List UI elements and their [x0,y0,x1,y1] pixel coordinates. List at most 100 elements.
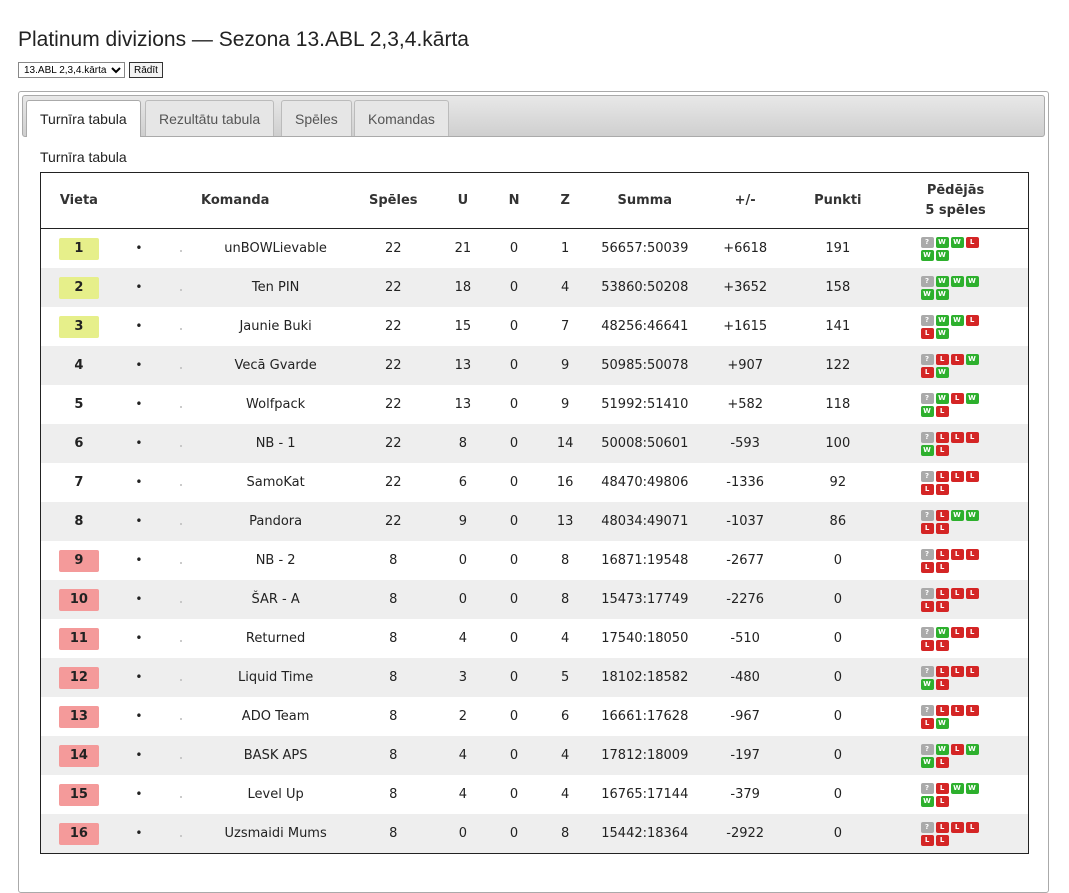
unknown-badge[interactable]: ? [920,782,934,794]
loss-badge[interactable]: L [935,795,949,807]
win-badge[interactable]: W [935,288,949,300]
table-row[interactable]: 3 • Jaunie Buki 22 15 0 7 48256:46641 +1615 141? W… [41,307,1029,346]
loss-badge[interactable]: L [950,431,964,443]
win-badge[interactable]: W [920,795,934,807]
loss-badge[interactable]: L [950,353,964,365]
header-points[interactable]: Punkti [792,172,884,229]
win-badge[interactable]: W [935,366,949,378]
win-badge[interactable]: W [920,405,934,417]
win-badge[interactable]: W [935,626,949,638]
loss-badge[interactable]: L [920,483,934,495]
loss-badge[interactable]: L [935,704,949,716]
loss-badge[interactable]: L [935,353,949,365]
header-team[interactable]: Komanda [201,172,351,229]
unknown-badge[interactable]: ? [920,275,934,287]
team-name[interactable]: SamoKat [201,463,350,502]
loss-badge[interactable]: L [935,782,949,794]
win-badge[interactable]: W [965,509,979,521]
loss-badge[interactable]: L [965,626,979,638]
loss-badge[interactable]: L [935,600,949,612]
table-row[interactable]: 9 • NB - 2 8 0 0 8 16871:19548 -2677 0? L L LL L [41,541,1029,580]
team-name[interactable]: Level Up [201,775,350,814]
table-row[interactable]: 11 • Returned 8 4 0 4 17540:18050 -510 0? W L LL L [41,619,1029,658]
loss-badge[interactable]: L [935,444,949,456]
show-button[interactable]: Rādīt [129,62,163,78]
loss-badge[interactable]: L [965,665,979,677]
table-row[interactable]: 1 • unBOWLievable 22 21 0 1 56657:50039 +6618 191… [41,229,1029,269]
team-name[interactable]: unBOWLievable [201,229,350,269]
unknown-badge[interactable]: ? [920,314,934,326]
win-badge[interactable]: W [965,782,979,794]
win-badge[interactable]: W [950,275,964,287]
win-badge[interactable]: W [965,743,979,755]
team-name[interactable]: NB - 1 [201,424,351,463]
loss-badge[interactable]: L [935,405,949,417]
loss-badge[interactable]: L [920,834,934,846]
loss-badge[interactable]: L [920,327,934,339]
unknown-badge[interactable]: ? [920,470,934,482]
win-badge[interactable]: W [920,249,934,261]
unknown-badge[interactable]: ? [920,704,934,716]
header-losses[interactable]: Z [538,172,592,229]
header-wins[interactable]: U [436,172,490,229]
unknown-badge[interactable]: ? [920,509,934,521]
win-badge[interactable]: W [920,444,934,456]
win-badge[interactable]: W [950,236,964,248]
loss-badge[interactable]: L [950,548,964,560]
tab-games[interactable]: Spēles [281,100,352,136]
win-badge[interactable]: W [935,743,949,755]
loss-badge[interactable]: L [935,483,949,495]
loss-badge[interactable]: L [935,665,949,677]
loss-badge[interactable]: L [950,470,964,482]
team-name[interactable]: Pandora [201,502,351,541]
unknown-badge[interactable]: ? [920,587,934,599]
unknown-badge[interactable]: ? [920,665,934,677]
header-diff[interactable]: +/- [697,172,793,229]
loss-badge[interactable]: L [950,392,964,404]
table-row[interactable]: 6 • NB - 1 22 8 0 14 50008:50601 -593 100? L L LW L [40,424,1029,463]
loss-badge[interactable]: L [965,587,979,599]
loss-badge[interactable]: L [965,470,979,482]
win-badge[interactable]: W [965,392,979,404]
table-row[interactable]: 8 • Pandora 22 9 0 13 48034:49071 -1037 86? L W WL L [40,502,1029,541]
table-row[interactable]: 12 • Liquid Time 8 3 0 5 18102:18582 -480 0? L L LW L [40,658,1029,697]
table-row[interactable]: 4 • Vecā Gvarde 22 13 0 9 50985:50078 +907 122? L L… [40,346,1029,385]
tab-standings[interactable]: Turnīra tabula [26,100,141,137]
header-place[interactable]: Vieta [40,172,117,229]
table-row[interactable]: 5 • Wolfpack 22 13 0 9 51992:51410 +582 118? W L WW L [41,385,1029,424]
table-row[interactable]: 15 • Level Up 8 4 0 4 16765:17144 -379 0? L W WW L [41,775,1029,814]
win-badge[interactable]: W [950,314,964,326]
team-name[interactable]: NB - 2 [201,541,350,580]
loss-badge[interactable]: L [935,678,949,690]
table-row[interactable]: 13 • ADO Team 8 2 0 6 16661:17628 -967 0? L L LL W [41,697,1029,736]
unknown-badge[interactable]: ? [920,431,934,443]
loss-badge[interactable]: L [965,704,979,716]
loss-badge[interactable]: L [920,366,934,378]
win-badge[interactable]: W [950,782,964,794]
tab-results[interactable]: Rezultātu tabula [145,100,275,136]
loss-badge[interactable]: L [935,431,949,443]
win-badge[interactable]: W [965,353,979,365]
team-name[interactable]: Wolfpack [201,385,350,424]
team-name[interactable]: Vecā Gvarde [201,346,351,385]
table-row[interactable]: 7 • SamoKat 22 6 0 16 48470:49806 -1336 92? L L LL L [41,463,1029,502]
loss-badge[interactable]: L [920,522,934,534]
unknown-badge[interactable]: ? [920,353,934,365]
tab-teams[interactable]: Komandas [354,100,449,136]
table-row[interactable]: 2 • Ten PIN 22 18 0 4 53860:50208 +3652 158? W W WW W [40,268,1029,307]
unknown-badge[interactable]: ? [920,743,934,755]
loss-badge[interactable]: L [920,561,934,573]
loss-badge[interactable]: L [950,743,964,755]
win-badge[interactable]: W [935,717,949,729]
loss-badge[interactable]: L [935,548,949,560]
table-row[interactable]: 14 • BASK APS 8 4 0 4 17812:18009 -197 0? W L WW L [40,736,1029,775]
loss-badge[interactable]: L [935,470,949,482]
loss-badge[interactable]: L [935,587,949,599]
table-row[interactable]: 16 • Uzsmaidi Mums 8 0 0 8 15442:18364 -2922 0? L L… [40,814,1029,854]
loss-badge[interactable]: L [965,821,979,833]
loss-badge[interactable]: L [965,236,979,248]
team-name[interactable]: Returned [201,619,350,658]
loss-badge[interactable]: L [950,704,964,716]
loss-badge[interactable]: L [935,821,949,833]
unknown-badge[interactable]: ? [920,821,934,833]
